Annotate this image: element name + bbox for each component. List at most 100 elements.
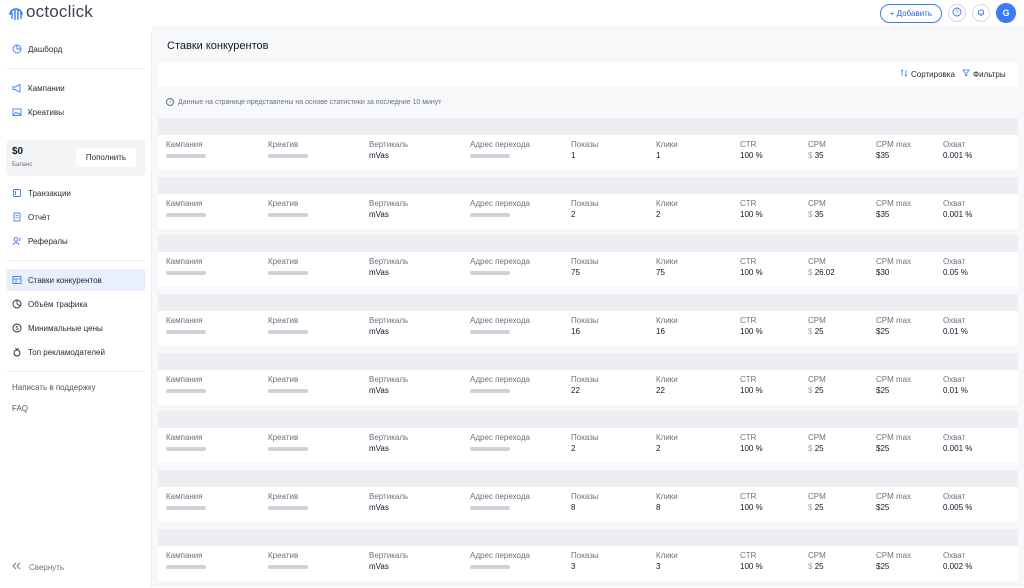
- cell-reach: Охват 0.01 %: [943, 316, 968, 337]
- sidebar-item-transactions[interactable]: Транзакции: [6, 182, 146, 204]
- column-label: Адрес перехода: [470, 198, 530, 208]
- cell-impressions: Показы 75: [571, 257, 599, 278]
- table-row[interactable]: Кампания Креатив Вертикаль mVas Адрес перехо…: [158, 470, 1018, 529]
- cpm-value: 35: [814, 151, 824, 160]
- collapse-button[interactable]: Свернуть: [12, 562, 64, 572]
- octopus-logo-icon: [8, 3, 24, 21]
- column-label: Кампания: [166, 198, 203, 208]
- column-label: CPM: [808, 257, 826, 267]
- row-card[interactable]: Кампания Креатив Вертикаль mVas Адрес перехо…: [158, 252, 1018, 288]
- row-card[interactable]: Кампания Креатив Вертикаль mVas Адрес перехо…: [158, 369, 1018, 405]
- currency-symbol: $: [808, 268, 813, 278]
- redacted-value: [268, 330, 308, 335]
- cell-campaign: Кампания: [166, 551, 206, 569]
- table-row[interactable]: Кампания Креатив Вертикаль mVas Адрес перехо…: [158, 176, 1018, 236]
- cell-impressions: Показы 2: [571, 433, 599, 454]
- column-label: Показы: [571, 140, 599, 149]
- sidebar-divider: [6, 260, 146, 261]
- row-card[interactable]: Кампания Креатив Вертикаль mVas Адрес перехо…: [158, 135, 1018, 170]
- row-divider-strip: [158, 294, 1018, 312]
- column-label: Клики: [656, 257, 678, 267]
- cell-campaign: Кампания: [166, 433, 206, 452]
- column-label: Клики: [656, 374, 678, 384]
- table-row[interactable]: Кампания Креатив Вертикаль mVas Адрес перехо…: [158, 235, 1018, 294]
- cell-impressions: Показы 8: [571, 492, 599, 513]
- sidebar-divider: [6, 68, 146, 69]
- sort-button[interactable]: Сортировка: [900, 69, 955, 79]
- cell-cpm: CPM $ 25: [808, 433, 826, 454]
- redacted-value: [268, 564, 308, 569]
- currency-symbol: $: [808, 503, 813, 513]
- row-card[interactable]: Кампания Креатив Вертикаль mVas Адрес перехо…: [158, 193, 1018, 229]
- cell-ctr: CTR 100 %: [740, 140, 763, 161]
- support-link[interactable]: Написать в поддержку: [12, 383, 96, 392]
- column-label: CPM: [808, 550, 826, 560]
- redacted-value: [268, 154, 308, 158]
- sidebar-item-creatives[interactable]: Креативы: [6, 101, 146, 123]
- column-label: Кампания: [166, 140, 203, 149]
- column-label: Кампания: [166, 550, 203, 560]
- row-card[interactable]: Кампания Креатив Вертикаль mVas Адрес перехо…: [158, 311, 1018, 347]
- sidebar-item-dashboard[interactable]: Дашборд: [6, 38, 146, 60]
- cell-reach: Охват 0.001 %: [943, 433, 972, 454]
- cell-value: 0.05 %: [943, 268, 968, 278]
- table-row[interactable]: Кампания Креатив Вертикаль mVas Адрес перехо…: [158, 528, 1018, 588]
- cell-reach: Охват 0.001 %: [943, 140, 972, 161]
- cell-cpm: CPM $ 35: [808, 199, 826, 220]
- cell-value: mVas: [369, 444, 389, 454]
- topup-button[interactable]: Пополнить: [76, 148, 136, 167]
- cell-reach: Охват 0.002 %: [943, 551, 972, 572]
- column-label: Показы: [571, 316, 599, 326]
- cell-creative: Креатив: [268, 140, 308, 158]
- column-label: Креатив: [268, 492, 299, 502]
- table-row[interactable]: Кампания Креатив Вертикаль mVas Адрес перехо…: [158, 294, 1018, 353]
- help-button[interactable]: ?: [948, 4, 966, 22]
- filters-label: Фильтры: [973, 69, 1006, 79]
- redacted-value: [268, 506, 308, 511]
- svg-text:$: $: [15, 326, 18, 332]
- row-card[interactable]: Кампания Креатив Вертикаль mVas Адрес перехо…: [158, 545, 1018, 581]
- filters-button[interactable]: Фильтры: [962, 69, 1006, 79]
- cell-value: mVas: [369, 209, 389, 219]
- sidebar-item-label: Рефералы: [28, 236, 68, 246]
- cell-value: mVas: [369, 268, 389, 278]
- sidebar-item-report[interactable]: Отчёт: [6, 206, 146, 228]
- toolbar: Сортировка Фильтры: [158, 62, 1018, 86]
- column-label: CTR: [740, 198, 757, 208]
- cell-impressions: Показы 1: [571, 140, 599, 161]
- sidebar-item-top-advertisers[interactable]: Топ рекламодателей: [6, 341, 146, 363]
- cell-value: 16: [571, 327, 580, 337]
- sidebar-item-min-prices[interactable]: $ Минимальные цены: [6, 317, 146, 339]
- table-icon: [12, 275, 22, 285]
- sidebar-item-traffic-volume[interactable]: Объём трафика: [6, 293, 146, 315]
- column-label: Кампания: [166, 374, 203, 384]
- sidebar-item-referrals[interactable]: Рефералы: [6, 230, 146, 252]
- faq-link[interactable]: FAQ: [12, 404, 28, 413]
- redacted-value: [470, 388, 510, 393]
- cell-reach: Охват 0.005 %: [943, 492, 972, 513]
- cell-cpm-max: CPM max $25: [876, 375, 911, 396]
- cell-reach: Охват 0.001 %: [943, 199, 972, 220]
- add-button[interactable]: + Добавить: [879, 3, 942, 23]
- avatar[interactable]: G: [996, 3, 1016, 23]
- row-card[interactable]: Кампания Креатив Вертикаль mVas Адрес перехо…: [158, 487, 1018, 523]
- column-label: Клики: [656, 140, 678, 149]
- sidebar-item-campaigns[interactable]: Кампании: [6, 77, 146, 99]
- row-card[interactable]: Кампания Креатив Вертикаль mVas Адрес перехо…: [158, 428, 1018, 464]
- table-row[interactable]: Кампания Креатив Вертикаль mVas Адрес перехо…: [158, 352, 1018, 412]
- column-label: Адрес перехода: [470, 492, 530, 502]
- notifications-button[interactable]: [972, 4, 990, 22]
- cell-value: 0.001 %: [943, 444, 973, 454]
- column-label: Охват: [943, 140, 966, 149]
- redacted-value: [470, 154, 510, 158]
- table-row[interactable]: Кампания Креатив Вертикаль mVas Адрес перехо…: [158, 411, 1018, 470]
- cell-value: 100 %: [740, 503, 763, 513]
- sidebar-item-competitor-bids[interactable]: Ставки конкурентов: [6, 269, 146, 291]
- logo[interactable]: octoclick: [8, 2, 93, 22]
- cell-value: 0.001 %: [943, 209, 973, 219]
- cell-impressions: Показы 3: [571, 551, 599, 572]
- column-label: Охват: [943, 433, 966, 443]
- column-label: CPM max: [876, 550, 912, 560]
- column-label: Креатив: [268, 550, 299, 560]
- table-row[interactable]: Кампания Креатив Вертикаль mVas Адрес перехо…: [158, 118, 1018, 177]
